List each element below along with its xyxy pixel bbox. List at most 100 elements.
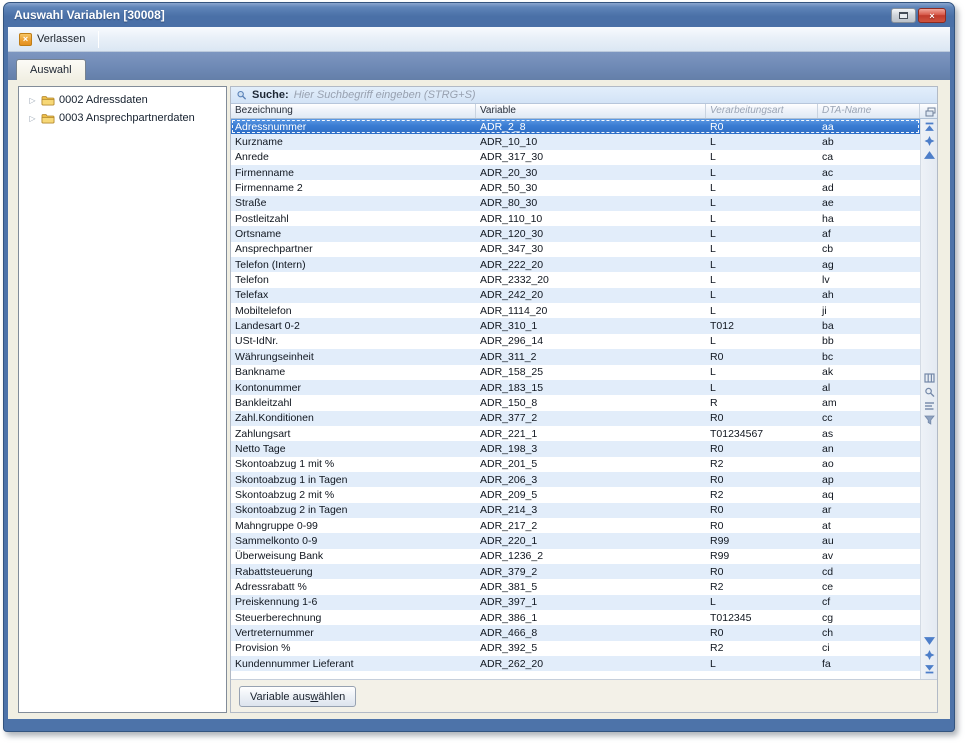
table-row[interactable]: Telefon (Intern) ADR_222_20 L ag: [231, 257, 920, 272]
row-down-icon[interactable]: [924, 636, 935, 646]
folder-icon: [41, 113, 55, 124]
table-row[interactable]: Kontonummer ADR_183_15 L al: [231, 380, 920, 395]
table-row[interactable]: Kundennummer Lieferant ADR_262_20 L fa: [231, 656, 920, 671]
cell-variable: ADR_317_30: [476, 150, 706, 165]
cell-verarbeitungsart: R0: [706, 349, 818, 364]
cell-variable: ADR_50_30: [476, 180, 706, 195]
cell-verarbeitungsart: R2: [706, 487, 818, 502]
table-row[interactable]: Provision % ADR_392_5 R2 ci: [231, 641, 920, 656]
titlebar[interactable]: Auswahl Variablen [30008] ×: [4, 3, 954, 27]
table-row[interactable]: Adressnummer ADR_2_8 R0 aa: [231, 119, 920, 134]
table-row[interactable]: Rabattsteuerung ADR_379_2 R0 cd: [231, 564, 920, 579]
cell-variable: ADR_262_20: [476, 656, 706, 671]
column-header-bezeichnung[interactable]: Bezeichnung: [231, 104, 476, 118]
table-row[interactable]: Bankleitzahl ADR_150_8 R am: [231, 395, 920, 410]
cell-verarbeitungsart: R0: [706, 441, 818, 456]
table-row[interactable]: Telefon ADR_2332_20 L lv: [231, 272, 920, 287]
cell-dta-name: as: [818, 426, 920, 441]
grid-scrollbar[interactable]: [920, 119, 937, 679]
cell-variable: ADR_386_1: [476, 610, 706, 625]
close-button[interactable]: ×: [918, 8, 946, 23]
table-row[interactable]: Vertreternummer ADR_466_8 R0 ch: [231, 625, 920, 640]
dialog-window: Auswahl Variablen [30008] × × Verlassen …: [3, 2, 955, 732]
table-row[interactable]: Steuerberechnung ADR_386_1 T012345 cg: [231, 610, 920, 625]
cell-verarbeitungsart: R2: [706, 641, 818, 656]
table-row[interactable]: Postleitzahl ADR_110_10 L ha: [231, 211, 920, 226]
cell-dta-name: af: [818, 226, 920, 241]
cell-variable: ADR_222_20: [476, 257, 706, 272]
cell-verarbeitungsart: L: [706, 334, 818, 349]
cell-bezeichnung: Währungseinheit: [231, 349, 476, 364]
table-row[interactable]: Adressrabatt % ADR_381_5 R2 ce: [231, 579, 920, 594]
page-up-icon[interactable]: [924, 136, 935, 146]
table-row[interactable]: Mobiltelefon ADR_1114_20 L ji: [231, 303, 920, 318]
table-row[interactable]: Zahl.Konditionen ADR_377_2 R0 cc: [231, 411, 920, 426]
table-row[interactable]: Kurzname ADR_10_10 L ab: [231, 134, 920, 149]
table-row[interactable]: Mahngruppe 0-99 ADR_217_2 R0 at: [231, 518, 920, 533]
table-row[interactable]: Skontoabzug 2 mit % ADR_209_5 R2 aq: [231, 487, 920, 502]
tab-auswahl[interactable]: Auswahl: [16, 59, 86, 80]
scroll-to-bottom-icon[interactable]: [924, 664, 935, 674]
table-row[interactable]: Überweisung Bank ADR_1236_2 R99 av: [231, 549, 920, 564]
cell-variable: ADR_214_3: [476, 503, 706, 518]
expander-icon[interactable]: ▷: [28, 96, 37, 105]
cell-variable: ADR_150_8: [476, 395, 706, 410]
table-row[interactable]: Währungseinheit ADR_311_2 R0 bc: [231, 349, 920, 364]
table-row[interactable]: Sammelkonto 0-9 ADR_220_1 R99 au: [231, 533, 920, 548]
table-row[interactable]: Firmenname ADR_20_30 L ac: [231, 165, 920, 180]
cell-dta-name: fa: [818, 656, 920, 671]
cell-variable: ADR_10_10: [476, 134, 706, 149]
find-icon[interactable]: [924, 387, 935, 397]
table-row[interactable]: Skontoabzug 1 mit % ADR_201_5 R2 ao: [231, 457, 920, 472]
column-customize-icon: [925, 107, 936, 117]
column-header-variable[interactable]: Variable: [476, 104, 706, 118]
cell-dta-name: cg: [818, 610, 920, 625]
window-title: Auswahl Variablen [30008]: [4, 3, 954, 27]
table-row[interactable]: Bankname ADR_158_25 L ak: [231, 365, 920, 380]
cell-dta-name: ar: [818, 503, 920, 518]
exit-button[interactable]: × Verlassen: [14, 30, 93, 49]
select-variable-button[interactable]: Variable auswählen: [239, 686, 356, 707]
column-chooser-icon[interactable]: [924, 373, 935, 383]
cell-bezeichnung: Skontoabzug 2 in Tagen: [231, 503, 476, 518]
restore-button[interactable]: [891, 8, 916, 23]
cell-variable: ADR_466_8: [476, 625, 706, 640]
column-header-dta-name[interactable]: DTA-Name: [818, 104, 920, 118]
table-row[interactable]: USt-IdNr. ADR_296_14 L bb: [231, 334, 920, 349]
table-row[interactable]: Straße ADR_80_30 L ae: [231, 196, 920, 211]
cell-bezeichnung: Preiskennung 1-6: [231, 595, 476, 610]
search-bar[interactable]: Suche:: [231, 87, 937, 104]
folder-tree[interactable]: ▷ 0002 Adressdaten ▷ 0003 Ansprechpartne…: [18, 86, 227, 713]
table-row[interactable]: Skontoabzug 1 in Tagen ADR_206_3 R0 ap: [231, 472, 920, 487]
row-up-icon[interactable]: [924, 150, 935, 160]
table-row[interactable]: Preiskennung 1-6 ADR_397_1 L cf: [231, 595, 920, 610]
cell-verarbeitungsart: R99: [706, 549, 818, 564]
table-row[interactable]: Ansprechpartner ADR_347_30 L cb: [231, 242, 920, 257]
column-customize-button[interactable]: [920, 104, 937, 118]
tree-item[interactable]: ▷ 0003 Ansprechpartnerdaten: [19, 109, 226, 127]
table-row[interactable]: Telefax ADR_242_20 L ah: [231, 288, 920, 303]
scroll-to-top-icon[interactable]: [924, 122, 935, 132]
cell-variable: ADR_242_20: [476, 288, 706, 303]
table-row[interactable]: Firmenname 2 ADR_50_30 L ad: [231, 180, 920, 195]
cell-variable: ADR_209_5: [476, 487, 706, 502]
cell-bezeichnung: Telefon (Intern): [231, 257, 476, 272]
table-row[interactable]: Ortsname ADR_120_30 L af: [231, 226, 920, 241]
table-row[interactable]: Zahlungsart ADR_221_1 T01234567 as: [231, 426, 920, 441]
column-header-verarbeitungsart[interactable]: Verarbeitungsart: [706, 104, 818, 118]
cell-verarbeitungsart: L: [706, 226, 818, 241]
cell-dta-name: aa: [818, 119, 920, 134]
cell-bezeichnung: Ortsname: [231, 226, 476, 241]
page-down-icon[interactable]: [924, 650, 935, 660]
filter-icon[interactable]: [924, 415, 935, 425]
cell-bezeichnung: Kurzname: [231, 134, 476, 149]
tree-item[interactable]: ▷ 0002 Adressdaten: [19, 91, 226, 109]
table-row[interactable]: Anrede ADR_317_30 L ca: [231, 150, 920, 165]
table-row[interactable]: Landesart 0-2 ADR_310_1 T012 ba: [231, 318, 920, 333]
expander-icon[interactable]: ▷: [28, 114, 37, 123]
table-row[interactable]: Skontoabzug 2 in Tagen ADR_214_3 R0 ar: [231, 503, 920, 518]
search-input[interactable]: [294, 89, 937, 101]
cell-dta-name: ca: [818, 150, 920, 165]
best-fit-icon[interactable]: [924, 401, 935, 411]
table-row[interactable]: Netto Tage ADR_198_3 R0 an: [231, 441, 920, 456]
